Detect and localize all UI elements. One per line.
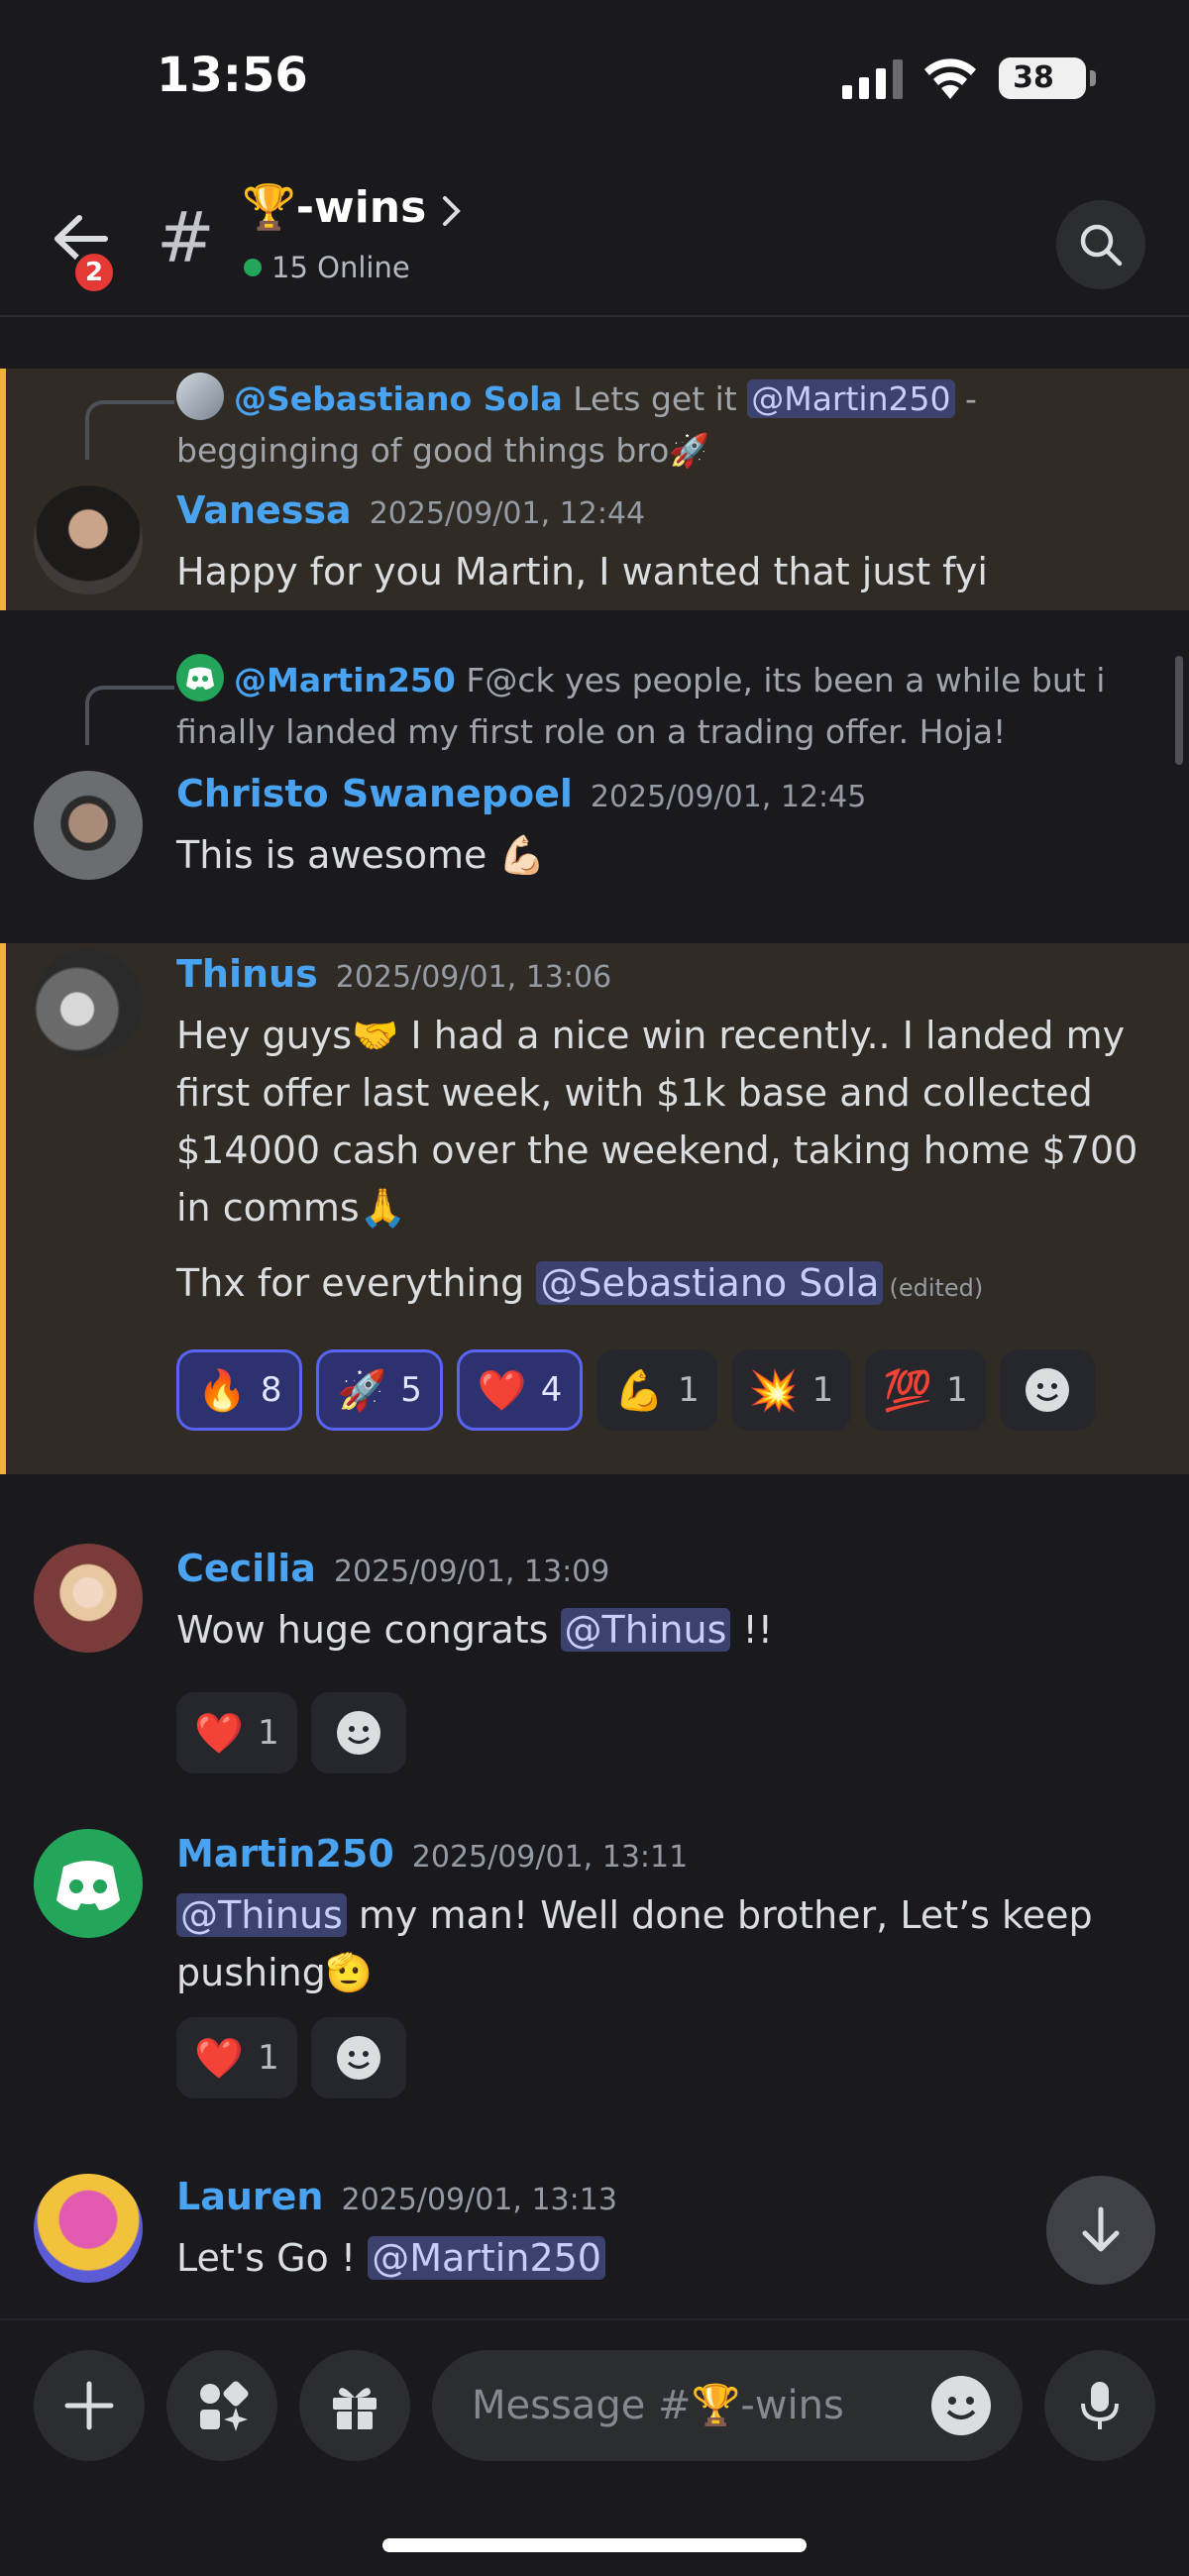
smiley-icon xyxy=(337,2036,380,2080)
message-author[interactable]: Cecilia 2025/09/01, 13:09 xyxy=(176,1544,609,1597)
mention[interactable]: @Martin250 xyxy=(368,2236,605,2280)
message-item[interactable]: Cecilia 2025/09/01, 13:09 Wow huge congra… xyxy=(0,1524,1189,1781)
battery-icon: 38 xyxy=(999,57,1096,99)
message-timestamp: 2025/09/01, 13:06 xyxy=(335,960,612,995)
message-item[interactable]: Thinus 2025/09/01, 13:06 Hey guys🤝 I had … xyxy=(0,943,1189,1474)
status-time: 13:56 xyxy=(157,48,308,103)
jump-to-present-button[interactable] xyxy=(1046,2176,1155,2285)
edited-label: (edited) xyxy=(889,1274,984,1302)
reaction-bar: ❤️ 1 xyxy=(176,2017,406,2098)
message-author[interactable]: Martin250 2025/09/01, 13:11 xyxy=(176,1829,688,1882)
reaction-fire[interactable]: 🔥 8 xyxy=(176,1349,303,1431)
smiley-icon xyxy=(946,2397,976,2419)
reaction-heart[interactable]: ❤️ 1 xyxy=(176,1692,297,1773)
message-author[interactable]: Christo Swanepoel 2025/09/01, 12:45 xyxy=(176,769,866,822)
message-item[interactable]: @Sebastiano Sola Lets get it @Martin250 … xyxy=(0,369,1189,610)
reaction-boom[interactable]: 💥 1 xyxy=(730,1349,852,1431)
channel-header: 2 # 🏆-wins 15 Online xyxy=(0,159,1189,317)
message-text: Thx for everything @Sebastiano Sola (edit… xyxy=(176,1261,984,1305)
message-timestamp: 2025/09/01, 12:45 xyxy=(590,780,867,814)
reaction-bar: ❤️ 1 xyxy=(176,1692,406,1773)
add-reaction-button[interactable] xyxy=(311,1692,406,1773)
microphone-icon xyxy=(1081,2382,1119,2429)
emoji-button[interactable] xyxy=(931,2376,991,2435)
message-text: Let's Go ! @Martin250 xyxy=(176,2229,1147,2287)
reply-text: Lets get it xyxy=(573,379,748,418)
reaction-rocket[interactable]: 🚀 5 xyxy=(316,1349,443,1431)
message-input[interactable]: Message #🏆-wins xyxy=(432,2350,1023,2461)
message-item[interactable]: Martin250 2025/09/01, 13:11 @Thinus my ma… xyxy=(0,1809,1189,2126)
message-timestamp: 2025/09/01, 13:13 xyxy=(341,2183,617,2217)
online-dot xyxy=(244,259,262,276)
online-label: 15 Online xyxy=(271,251,410,284)
avatar[interactable] xyxy=(34,485,143,594)
apps-button[interactable] xyxy=(166,2350,277,2461)
message-item[interactable]: Lauren 2025/09/01, 13:13 Let's Go ! @Mart… xyxy=(0,2152,1189,2301)
status-bar: 13:56 38 xyxy=(0,0,1189,159)
unread-badge: 2 xyxy=(71,250,117,295)
avatar[interactable] xyxy=(34,1544,143,1653)
message-placeholder: Message #🏆-wins xyxy=(472,2383,844,2428)
voice-message-button[interactable] xyxy=(1044,2350,1155,2461)
search-button[interactable] xyxy=(1056,200,1145,289)
gift-button[interactable] xyxy=(299,2350,410,2461)
search-icon xyxy=(1080,224,1123,267)
mention[interactable]: @Thinus xyxy=(560,1608,731,1652)
reply-preview[interactable]: @Sebastiano Sola Lets get it @Martin250 … xyxy=(176,373,1167,477)
smiley-icon xyxy=(1025,1368,1069,1412)
avatar[interactable] xyxy=(34,949,143,1058)
home-indicator xyxy=(382,2538,807,2552)
mention[interactable]: @Martin250 xyxy=(747,379,955,418)
reaction-heart[interactable]: ❤️ 1 xyxy=(176,2017,297,2098)
reply-connector xyxy=(85,400,174,460)
apps-icon xyxy=(200,2381,249,2431)
message-timestamp: 2025/09/01, 13:09 xyxy=(333,1555,610,1589)
hash-icon: # xyxy=(157,197,215,278)
reaction-muscle[interactable]: 💪 1 xyxy=(596,1349,717,1431)
message-text: Happy for you Martin, I wanted that just… xyxy=(176,550,988,593)
signal-icon xyxy=(842,59,903,99)
message-timestamp: 2025/09/01, 12:44 xyxy=(369,496,646,531)
reply-author[interactable]: @Martin250 xyxy=(234,661,456,699)
online-count: 15 Online xyxy=(244,248,410,287)
message-author[interactable]: Lauren 2025/09/01, 13:13 xyxy=(176,2172,617,2225)
scrollbar[interactable] xyxy=(1175,656,1183,765)
channel-title[interactable]: 🏆-wins xyxy=(242,178,426,238)
mention[interactable]: @Thinus xyxy=(176,1893,347,1937)
mention[interactable]: @Sebastiano Sola xyxy=(536,1261,884,1305)
chevron-right-icon[interactable] xyxy=(440,194,464,228)
reaction-heart[interactable]: ❤️ 4 xyxy=(456,1349,584,1431)
battery-level: 38 xyxy=(1013,60,1054,95)
message-text: @Thinus my man! Well done brother, Let’s… xyxy=(176,1893,1093,1994)
message-item[interactable]: @Martin250 F@ck yes people, its been a w… xyxy=(0,654,1189,882)
message-list[interactable]: @Sebastiano Sola Lets get it @Martin250 … xyxy=(0,319,1189,2328)
reply-preview[interactable]: @Martin250 F@ck yes people, its been a w… xyxy=(176,654,1167,758)
avatar[interactable] xyxy=(34,771,143,880)
reply-connector xyxy=(85,686,174,745)
message-timestamp: 2025/09/01, 13:11 xyxy=(411,1840,689,1875)
smiley-icon xyxy=(337,1711,380,1755)
add-reaction-button[interactable] xyxy=(311,2017,406,2098)
discord-logo-icon xyxy=(56,1861,120,1910)
message-composer: Message #🏆-wins xyxy=(0,2318,1189,2576)
reply-avatar xyxy=(176,373,224,420)
message-text: This is awesome 💪🏻 xyxy=(176,833,546,877)
gift-icon xyxy=(333,2388,377,2429)
message-text: Hey guys🤝 I had a nice win recently.. I … xyxy=(176,1014,1138,1230)
avatar[interactable] xyxy=(34,1829,143,1938)
avatar[interactable] xyxy=(34,2174,143,2283)
discord-logo-icon xyxy=(176,654,224,701)
message-text: Wow huge congrats @Thinus !! xyxy=(176,1608,773,1652)
plus-icon xyxy=(64,2381,114,2430)
attach-button[interactable] xyxy=(34,2350,145,2461)
reaction-hundred[interactable]: 💯 1 xyxy=(865,1349,986,1431)
add-reaction-button[interactable] xyxy=(999,1349,1095,1431)
message-author[interactable]: Vanessa 2025/09/01, 12:44 xyxy=(176,485,645,539)
reply-author[interactable]: @Sebastiano Sola xyxy=(234,379,563,418)
message-author[interactable]: Thinus 2025/09/01, 13:06 xyxy=(176,949,611,1003)
reaction-bar: 🔥 8 🚀 5 ❤️ 4 💪 1 💥 1 💯 1 xyxy=(176,1349,1095,1431)
wifi-icon xyxy=(924,58,976,99)
arrow-down-icon xyxy=(1082,2206,1120,2252)
